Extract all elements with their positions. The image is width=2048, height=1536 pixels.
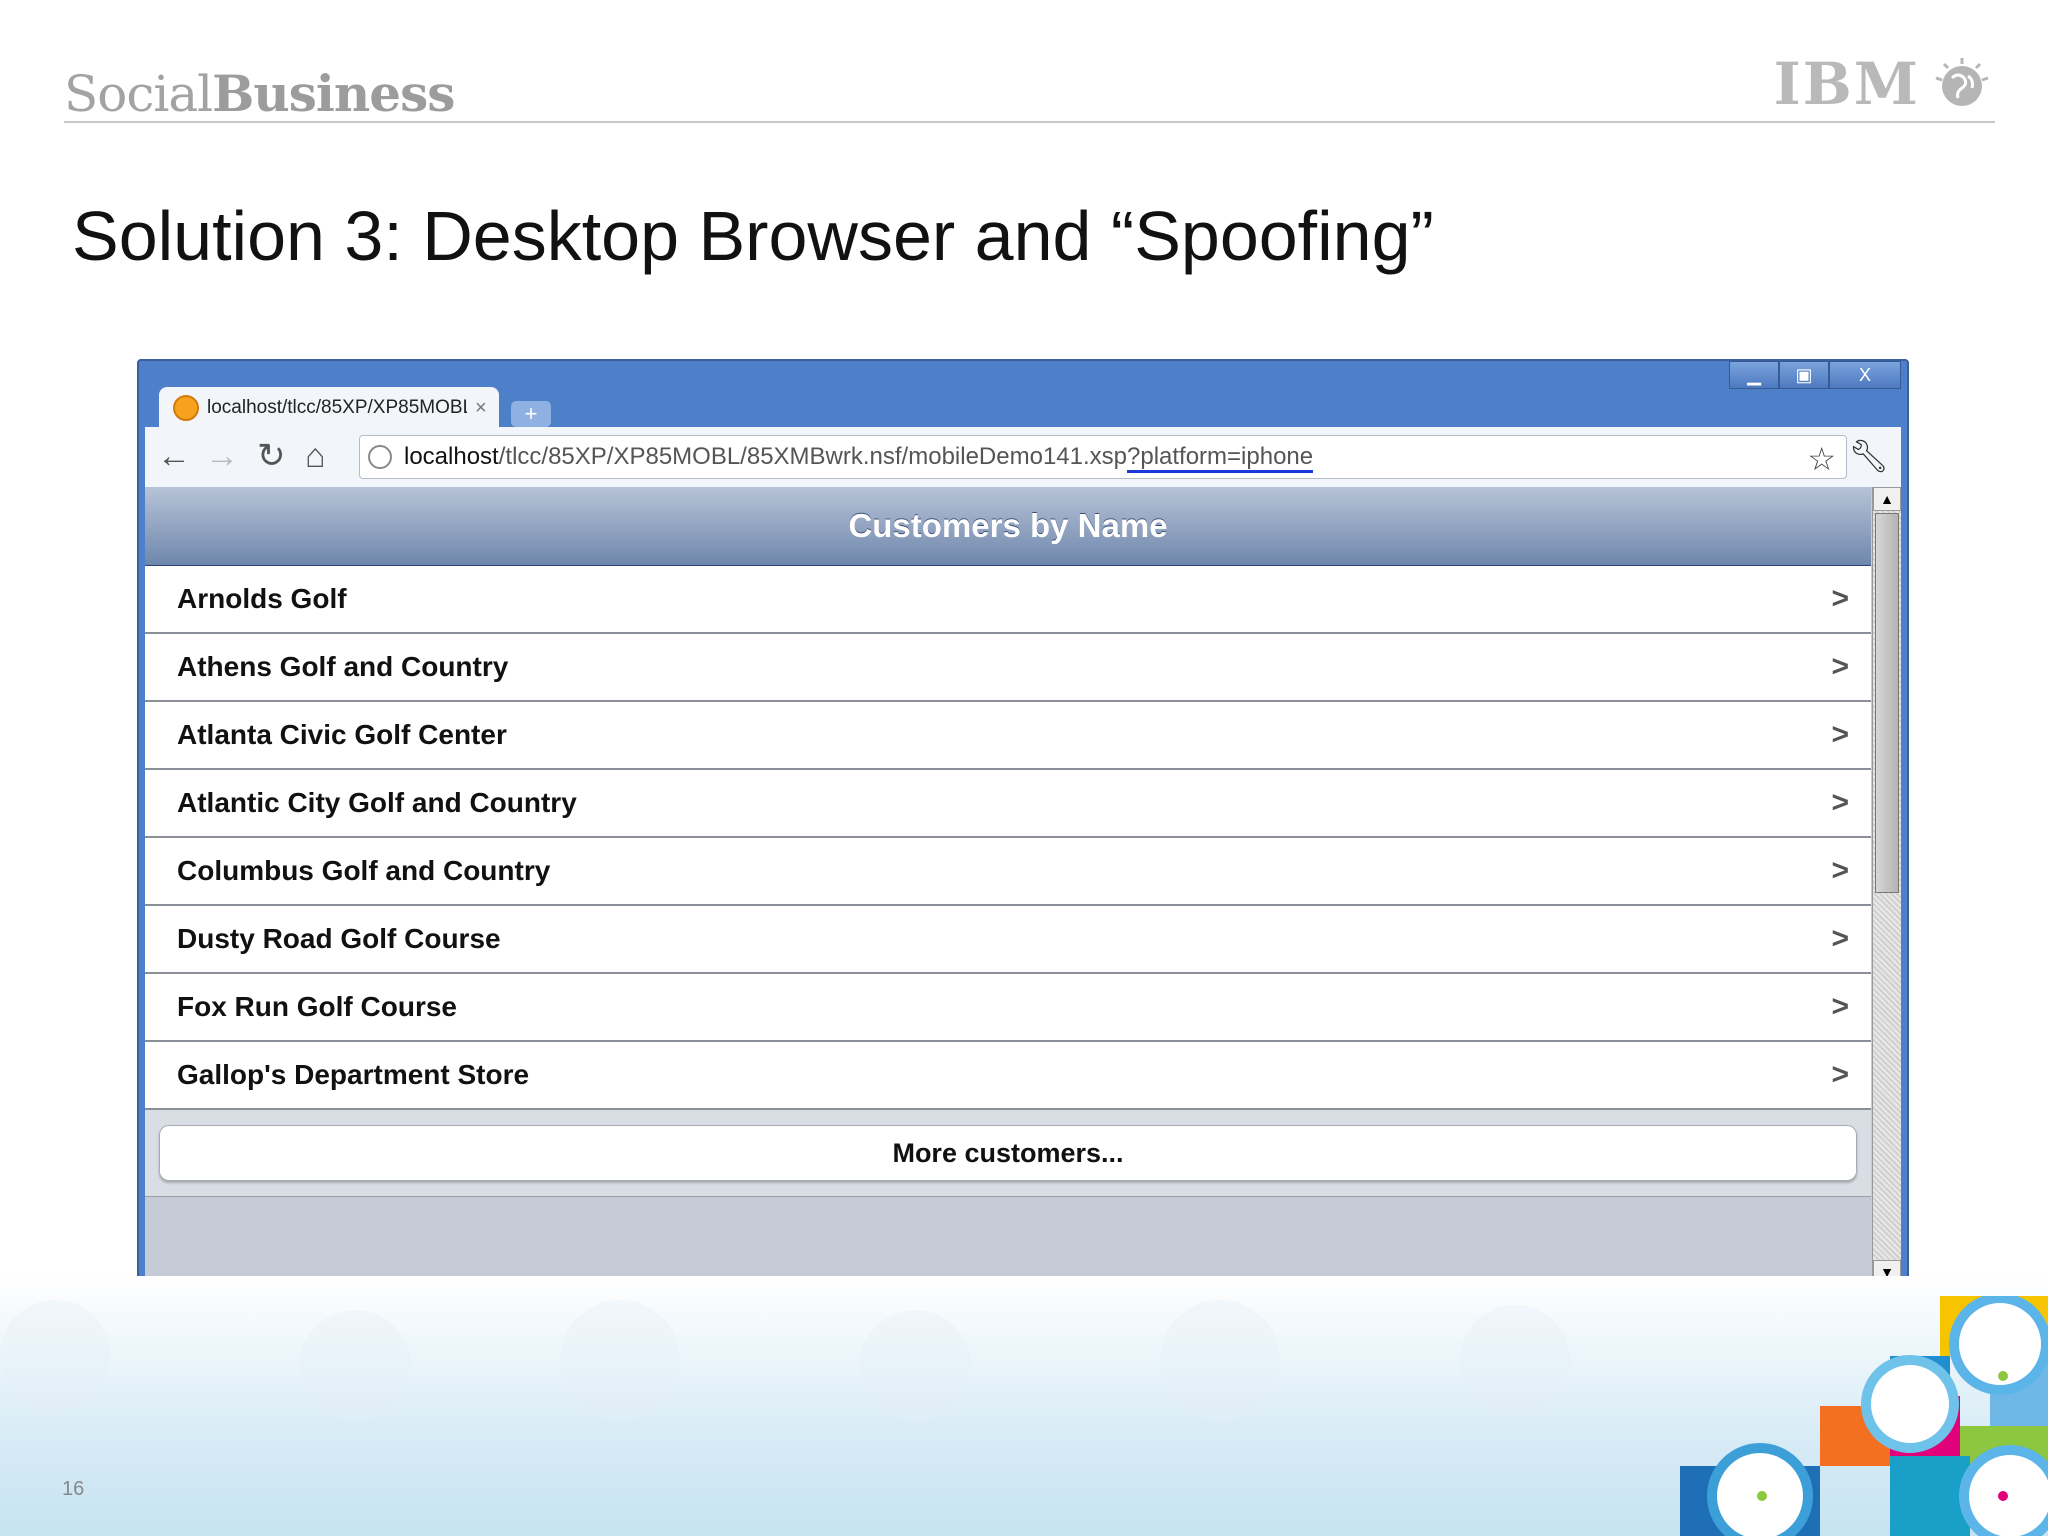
star-icon[interactable]: ☆ — [1807, 440, 1836, 478]
brand-bold-text: Business — [212, 64, 455, 123]
browser-window: ▁ ▣ X localhost/tlcc/85XP/XP85MOBL × + ←… — [137, 359, 1909, 1290]
chevron-right-icon: > — [1831, 786, 1849, 819]
tab-close-icon[interactable]: × — [475, 397, 487, 420]
list-item[interactable]: Fox Run Golf Course > — [145, 974, 1871, 1042]
list-item[interactable]: Arnolds Golf > — [145, 566, 1871, 634]
address-bar[interactable]: localhost/tlcc/85XP/XP85MOBL/85XMBwrk.ns… — [359, 435, 1847, 479]
decor-circle — [0, 1300, 110, 1410]
tab-title: localhost/tlcc/85XP/XP85MOBL — [207, 397, 467, 418]
browser-toolbar: ← → ↻ ⌂ localhost/tlcc/85XP/XP85MOBL/85X… — [145, 427, 1901, 488]
decor-circle — [300, 1310, 410, 1420]
list-item[interactable]: Athens Golf and Country > — [145, 634, 1871, 702]
list-item-label: Athens Golf and Country — [177, 651, 509, 682]
page-globe-icon — [368, 445, 392, 469]
new-tab-button[interactable]: + — [511, 401, 551, 427]
url-text[interactable]: localhost/tlcc/85XP/XP85MOBL/85XMBwrk.ns… — [404, 443, 1314, 473]
decor-circle — [860, 1310, 970, 1420]
list-item-label: Columbus Golf and Country — [177, 855, 551, 886]
social-business-logo: SocialBusiness — [64, 64, 455, 123]
decor-circle — [1160, 1300, 1280, 1420]
chevron-right-icon: > — [1831, 718, 1849, 751]
list-item[interactable]: Atlantic City Golf and Country > — [145, 770, 1871, 838]
colorful-circles-graphic — [1680, 1296, 2048, 1536]
decor-circle — [560, 1300, 680, 1420]
url-host: localhost — [404, 443, 499, 470]
chevron-right-icon: > — [1831, 990, 1849, 1023]
chevron-right-icon: > — [1831, 922, 1849, 955]
maximize-icon: ▣ — [1795, 364, 1813, 385]
app-header: Customers by Name — [145, 487, 1871, 566]
list-item-label: Gallop's Department Store — [177, 1059, 530, 1090]
minimize-button[interactable]: ▁ — [1729, 361, 1779, 389]
chevron-right-icon: > — [1831, 1058, 1849, 1091]
chevron-right-icon: > — [1831, 650, 1849, 683]
reload-icon[interactable]: ↻ — [257, 439, 286, 473]
list-item[interactable]: Dusty Road Golf Course > — [145, 906, 1871, 974]
minimize-icon: ▁ — [1747, 364, 1761, 385]
chevron-right-icon: > — [1831, 582, 1849, 615]
url-query: ?platform=iphone — [1127, 443, 1314, 473]
header-divider — [64, 121, 1995, 123]
home-icon[interactable]: ⌂ — [305, 439, 326, 473]
app-header-title: Customers by Name — [848, 507, 1168, 544]
page-viewport: Customers by Name Arnolds Golf > Athens G… — [145, 487, 1901, 1284]
list-item[interactable]: Columbus Golf and Country > — [145, 838, 1871, 906]
more-customers-button[interactable]: More customers... — [159, 1125, 1857, 1181]
url-path: /tlcc/85XP/XP85MOBL/85XMBwrk.nsf/mobileD… — [498, 443, 1127, 470]
globe-icon — [1935, 58, 1989, 106]
browser-tab[interactable]: localhost/tlcc/85XP/XP85MOBL × — [159, 387, 499, 429]
list-item-label: Dusty Road Golf Course — [177, 923, 501, 954]
slide-title: Solution 3: Desktop Browser and “Spoofin… — [72, 197, 1434, 275]
customer-list: Arnolds Golf > Athens Golf and Country > A… — [145, 566, 1871, 1110]
maximize-button[interactable]: ▣ — [1779, 361, 1829, 389]
more-container: More customers... — [145, 1110, 1871, 1197]
brand-light-text: Social — [64, 65, 213, 123]
list-item-label: Arnolds Golf — [177, 583, 347, 614]
scrollbar-thumb[interactable] — [1875, 513, 1899, 893]
forward-arrow-icon[interactable]: → — [205, 439, 239, 473]
wrench-icon[interactable]: 🔧︎ — [1848, 437, 1889, 475]
list-item-label: Fox Run Golf Course — [177, 991, 457, 1022]
back-arrow-icon[interactable]: ← — [157, 439, 191, 473]
decor-circle — [1460, 1305, 1570, 1415]
list-item-label: Atlanta Civic Golf Center — [177, 719, 507, 750]
page-number: 16 — [62, 1478, 85, 1500]
vertical-scrollbar[interactable]: ▲ ▼ — [1872, 487, 1901, 1284]
window-controls: ▁ ▣ X — [1729, 361, 1901, 389]
plus-icon: + — [524, 401, 538, 426]
list-item[interactable]: Atlanta Civic Golf Center > — [145, 702, 1871, 770]
list-item[interactable]: Gallop's Department Store > — [145, 1042, 1871, 1110]
chevron-right-icon: > — [1831, 854, 1849, 887]
scroll-up-icon[interactable]: ▲ — [1873, 487, 1901, 511]
site-favicon-icon — [173, 395, 199, 421]
list-item-label: Atlantic City Golf and Country — [177, 787, 577, 818]
ibm-wordmark: IBM — [1773, 50, 1920, 118]
ibm-logo: IBM — [1773, 50, 1990, 118]
close-icon: X — [1858, 364, 1871, 385]
close-window-button[interactable]: X — [1829, 361, 1901, 389]
